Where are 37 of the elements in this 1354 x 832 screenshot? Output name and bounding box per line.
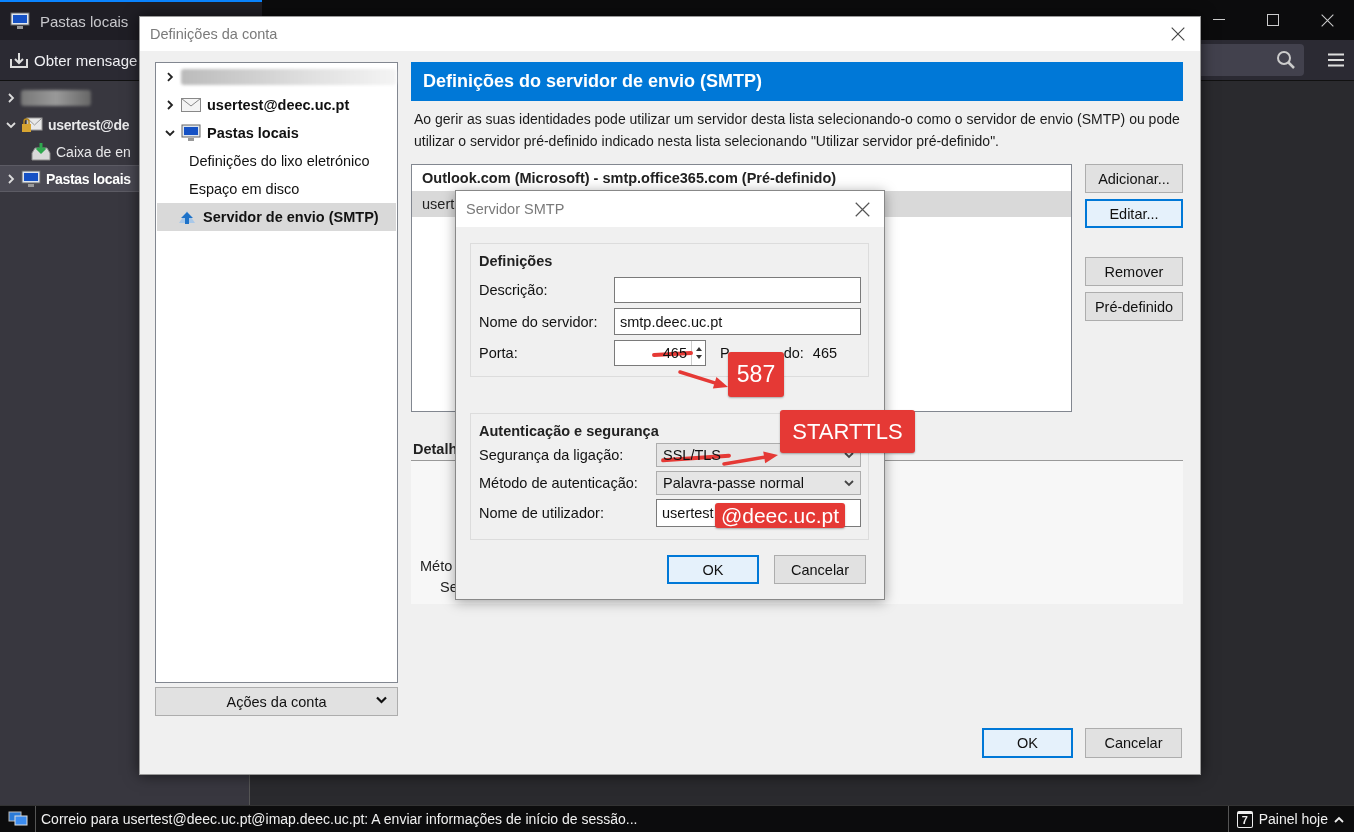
field-label: Porta: <box>479 345 519 361</box>
action-button[interactable]: Remover <box>1085 257 1183 286</box>
section-header: Definições do servidor de envio (SMTP) <box>411 62 1183 101</box>
action-button[interactable]: Adicionar... <box>1085 164 1183 193</box>
action-button[interactable]: Pré-definido <box>1085 292 1183 321</box>
dialog-title: Servidor SMTP <box>466 201 565 217</box>
annotation-label: @deec.uc.pt <box>715 503 845 528</box>
tree-item[interactable]: Servidor de envio (SMTP) <box>157 203 396 231</box>
field-label: Nome de utilizador: <box>479 505 605 521</box>
description-text: Ao gerir as suas identidades pode utilizar um servidor desta lista selecionando-o como o servidor de envio (SMTP) ou pode utilizar o servidor pré-definido indicado nesta lista selecionando "Utilizar servidor pré-definido". <box>414 110 1181 151</box>
field-label: Segurança da ligação: <box>479 447 625 463</box>
group-title: Definições <box>479 253 553 269</box>
server-item[interactable]: Outlook.com (Microsoft) - smtp.office365.com (Pré-definido) <box>412 165 1071 191</box>
field-label: do: <box>783 345 804 361</box>
action-button[interactable]: Editar... <box>1085 199 1183 228</box>
status-message: Correio para usertest@deec.uc.pt@imap.deec.uc.pt: A enviar informações de início de sessão... <box>40 811 638 827</box>
dialog-button[interactable]: Cancelar <box>1085 728 1182 758</box>
dialog-button[interactable]: OK <box>667 555 759 584</box>
dialog-button[interactable]: Cancelar <box>774 555 866 584</box>
tree-item[interactable]: Pastas locais <box>157 119 396 147</box>
annotation-label: 587 <box>728 352 784 397</box>
annotation-label: STARTTLS <box>780 410 915 453</box>
today-pane-button[interactable]: 7 Painel hoje <box>1227 806 1354 832</box>
field-label: P <box>720 345 730 361</box>
field-label: Método de autenticação: <box>479 475 639 491</box>
group-title: Autenticação e segurança <box>479 423 659 439</box>
field-label: Nome do servidor: <box>479 313 599 330</box>
account-actions-button[interactable]: Ações da conta <box>155 687 398 716</box>
tree-item[interactable]: usertest@deec.uc.pt <box>157 91 396 119</box>
get-messages-button[interactable]: Obter mensage <box>10 51 138 69</box>
detail-label: Méto <box>419 558 453 574</box>
dialog-button[interactable]: OK <box>982 728 1073 758</box>
default-port-value: 465 <box>812 345 838 361</box>
auth-method-select[interactable]: Palavra-passe normal <box>656 471 861 495</box>
details-heading: Detalh <box>412 441 458 457</box>
server-name-field[interactable]: smtp.deec.uc.pt <box>614 308 861 335</box>
field-label: Descrição: <box>479 282 549 298</box>
